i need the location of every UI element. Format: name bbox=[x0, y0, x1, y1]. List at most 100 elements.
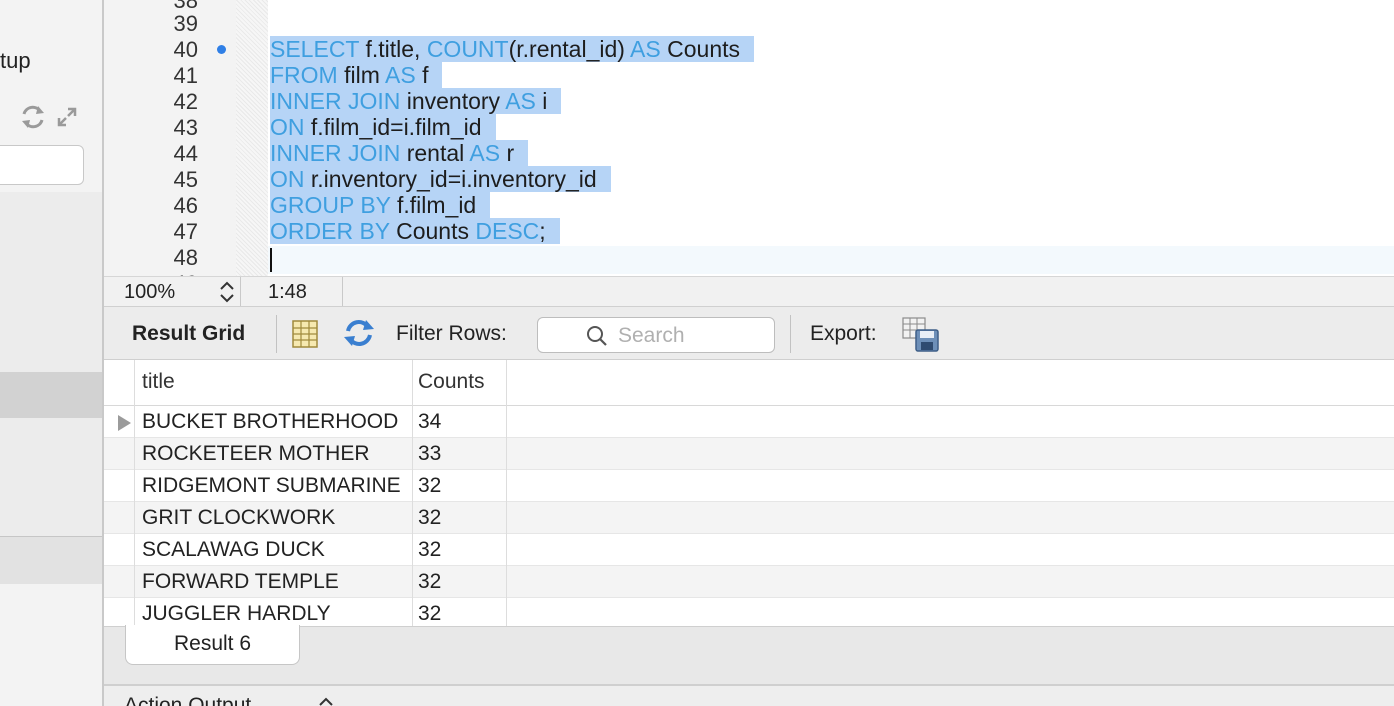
code-token: ON bbox=[270, 166, 305, 192]
column-header-title[interactable]: title bbox=[142, 370, 175, 394]
sidebar-selected-band[interactable] bbox=[0, 372, 102, 418]
code-token: ORDER BY bbox=[270, 218, 390, 244]
sql-editor[interactable]: 38 39 40 41 42 43 44 45 46 47 48 49 SELE… bbox=[104, 0, 1394, 276]
column-divider bbox=[134, 360, 135, 626]
code-token: AS bbox=[505, 88, 536, 114]
table-row[interactable]: BUCKET BROTHERHOOD 34 bbox=[104, 406, 1394, 438]
code-token: Counts bbox=[660, 36, 740, 62]
action-output-label: Action Output bbox=[124, 694, 252, 706]
zoom-level[interactable]: 100% bbox=[124, 281, 175, 304]
sync-icon[interactable] bbox=[20, 104, 46, 130]
table-row[interactable]: FORWARD TEMPLE 32 bbox=[104, 566, 1394, 598]
cell-counts[interactable]: 32 bbox=[418, 538, 498, 562]
column-divider[interactable] bbox=[412, 360, 413, 626]
cell-counts[interactable]: 32 bbox=[418, 506, 498, 530]
sidebar-top-section: tup bbox=[0, 0, 102, 192]
code-token: FROM bbox=[270, 62, 338, 88]
code-line-44[interactable]: INNER JOIN rental AS r bbox=[270, 140, 529, 166]
line-number: 47 bbox=[173, 219, 198, 244]
filter-rows-label: Filter Rows: bbox=[396, 322, 507, 345]
code-token: Counts bbox=[389, 218, 476, 244]
toolbar-divider bbox=[276, 315, 277, 353]
filter-search-input[interactable] bbox=[618, 324, 768, 348]
status-divider bbox=[240, 277, 241, 307]
table-row[interactable]: ROCKETEER MOTHER 33 bbox=[104, 438, 1394, 470]
code-line-43[interactable]: ON f.film_id=i.film_id bbox=[270, 114, 496, 140]
cell-title[interactable]: SCALAWAG DUCK bbox=[142, 538, 406, 562]
sidebar-filter-input[interactable] bbox=[0, 145, 84, 185]
tab-result-6[interactable]: Result 6 bbox=[125, 625, 300, 665]
export-icon[interactable] bbox=[902, 317, 942, 353]
line-number: 43 bbox=[173, 115, 198, 140]
status-divider bbox=[342, 277, 343, 307]
code-token: AS bbox=[385, 62, 416, 88]
table-row[interactable]: JUGGLER HARDLY 32 bbox=[104, 598, 1394, 626]
code-token: AS bbox=[469, 140, 501, 166]
line-number: 42 bbox=[173, 89, 198, 114]
code-line-41[interactable]: FROM film AS f bbox=[270, 62, 443, 88]
column-header-counts[interactable]: Counts bbox=[418, 370, 485, 394]
cell-title[interactable]: FORWARD TEMPLE bbox=[142, 570, 406, 594]
code-line-46[interactable]: GROUP BY f.film_id bbox=[270, 192, 491, 218]
code-token: f bbox=[415, 62, 429, 88]
line-number: 46 bbox=[173, 193, 198, 218]
editor-status-bar: 100% 1:48 bbox=[104, 276, 1394, 307]
result-grid[interactable]: title Counts BUCKET BROTHERHOOD 34 ROCKE… bbox=[104, 360, 1394, 626]
line-number: 45 bbox=[173, 167, 198, 192]
code-token: film bbox=[337, 62, 385, 88]
code-token: (r.rental_id) bbox=[508, 36, 631, 62]
text-caret bbox=[270, 248, 272, 272]
code-token: ; bbox=[539, 218, 546, 244]
chevron-up-icon[interactable] bbox=[318, 696, 334, 706]
code-token: INNER JOIN bbox=[270, 88, 401, 114]
toolbar-divider bbox=[790, 315, 791, 353]
line-number: 44 bbox=[173, 141, 198, 166]
cell-counts[interactable]: 32 bbox=[418, 570, 498, 594]
code-token: GROUP BY bbox=[270, 192, 391, 218]
cell-counts[interactable]: 32 bbox=[418, 602, 498, 626]
code-token: rental bbox=[400, 140, 470, 166]
result-tabs-bar: Result 6 bbox=[104, 625, 1394, 684]
result-toolbar: Result Grid Filter Rows: Export: bbox=[104, 306, 1394, 360]
cell-counts[interactable]: 32 bbox=[418, 474, 498, 498]
sidebar-setup-label: tup bbox=[0, 48, 31, 73]
result-grid-tab[interactable]: Result Grid bbox=[132, 322, 245, 346]
cell-title[interactable]: BUCKET BROTHERHOOD bbox=[142, 410, 406, 434]
sidebar-bottom-section bbox=[0, 584, 102, 706]
sidebar-section-header[interactable] bbox=[0, 536, 102, 586]
refresh-icon[interactable] bbox=[342, 318, 376, 348]
code-token: SELECT bbox=[270, 36, 360, 62]
code-line-47[interactable]: ORDER BY Counts DESC; bbox=[270, 218, 560, 244]
table-row[interactable]: RIDGEMONT SUBMARINE 32 bbox=[104, 470, 1394, 502]
code-token: COUNT bbox=[426, 36, 509, 62]
code-token: r.inventory_id=i.inventory_id bbox=[304, 166, 597, 192]
zoom-stepper-icon[interactable] bbox=[216, 279, 238, 305]
cell-counts[interactable]: 34 bbox=[418, 410, 498, 434]
table-row[interactable]: GRIT CLOCKWORK 32 bbox=[104, 502, 1394, 534]
code-line-45[interactable]: ON r.inventory_id=i.inventory_id bbox=[270, 166, 611, 192]
table-row[interactable]: SCALAWAG DUCK 32 bbox=[104, 534, 1394, 566]
code-token: AS bbox=[630, 36, 661, 62]
statement-marker-icon[interactable] bbox=[217, 45, 226, 54]
current-line-highlight bbox=[268, 246, 1394, 274]
left-sidebar: tup bbox=[0, 0, 102, 706]
column-divider[interactable] bbox=[506, 360, 507, 626]
sidebar-icons bbox=[20, 104, 80, 130]
code-token: ON bbox=[270, 114, 305, 140]
current-row-indicator-icon bbox=[118, 415, 131, 431]
cell-title[interactable]: GRIT CLOCKWORK bbox=[142, 506, 406, 530]
cell-title[interactable]: JUGGLER HARDLY bbox=[142, 602, 406, 626]
code-line-42[interactable]: INNER JOIN inventory AS i bbox=[270, 88, 562, 114]
cell-title[interactable]: RIDGEMONT SUBMARINE bbox=[142, 474, 406, 498]
cell-title[interactable]: ROCKETEER MOTHER bbox=[142, 442, 406, 466]
export-label: Export: bbox=[810, 322, 877, 345]
expand-icon[interactable] bbox=[56, 106, 78, 128]
line-number: 39 bbox=[173, 11, 198, 36]
code-token: r bbox=[500, 140, 515, 166]
cell-counts[interactable]: 33 bbox=[418, 442, 498, 466]
filter-search-box[interactable] bbox=[537, 317, 775, 353]
grid-layout-icon[interactable] bbox=[292, 320, 318, 348]
code-token: DESC bbox=[475, 218, 540, 244]
action-output-panel: Action Output bbox=[104, 684, 1394, 706]
code-line-40[interactable]: SELECT f.title, COUNT(r.rental_id) AS Co… bbox=[270, 36, 754, 62]
